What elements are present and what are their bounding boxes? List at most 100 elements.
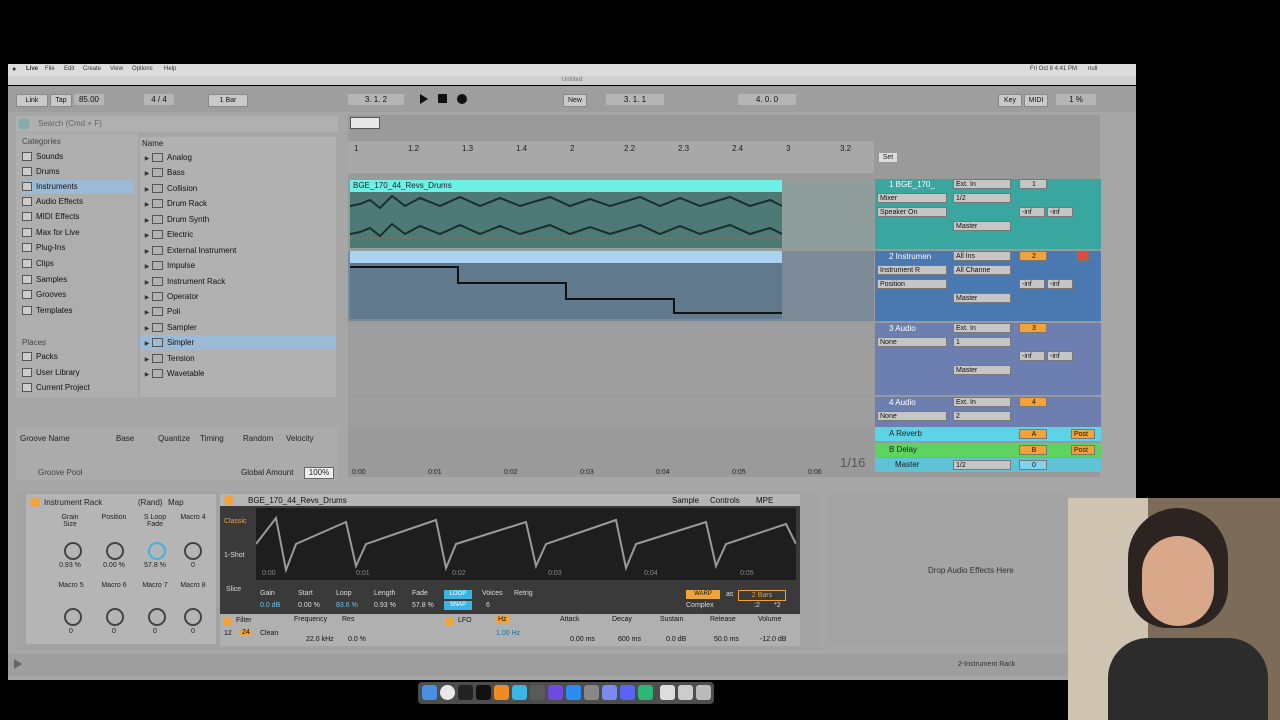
apple-icon[interactable]: ● bbox=[12, 66, 16, 73]
browser-item-selected[interactable]: ▶ Simpler bbox=[140, 335, 336, 350]
macro-knob[interactable] bbox=[64, 608, 82, 626]
beat-ruler[interactable]: 1 1.2 1.3 1.4 2 2.2 2.3 2.4 3 3.2 bbox=[348, 141, 874, 173]
record-icon[interactable] bbox=[457, 94, 467, 104]
loop-start-field[interactable]: 3. 1. 1 bbox=[606, 94, 664, 105]
track-lane-3[interactable] bbox=[348, 323, 874, 395]
place-current-project[interactable]: Current Project bbox=[22, 381, 134, 395]
menu-help[interactable]: Help bbox=[164, 66, 176, 72]
finder-icon[interactable] bbox=[422, 685, 437, 700]
link-button[interactable]: Link bbox=[16, 94, 48, 107]
track-header-2[interactable]: 2 Instrumen Instrument R Position All In… bbox=[875, 251, 1101, 321]
global-amount-field[interactable]: 100% bbox=[304, 467, 334, 479]
input-type-menu[interactable]: Ext. In bbox=[953, 179, 1011, 189]
chrome-icon[interactable] bbox=[440, 685, 455, 700]
length-value[interactable]: 0.93 % bbox=[374, 602, 396, 609]
app-icon[interactable] bbox=[584, 685, 599, 700]
track-header-1[interactable]: 1 BGE_170_ Mixer Speaker On Ext. In 1/2 … bbox=[875, 179, 1101, 249]
lfo-hz-toggle[interactable]: Hz bbox=[496, 616, 509, 623]
simpler-title[interactable]: BGE_170_44_Revs_Drums bbox=[248, 496, 347, 505]
track-lane-4[interactable] bbox=[348, 397, 874, 427]
browser-item[interactable]: ▶ Operator bbox=[140, 289, 336, 304]
monitor-menu[interactable]: Speaker On bbox=[877, 207, 947, 217]
attack-value[interactable]: 0.00 ms bbox=[570, 636, 595, 643]
output-menu[interactable]: Master bbox=[953, 221, 1011, 231]
category-instruments[interactable]: Instruments bbox=[22, 180, 134, 194]
pan-field[interactable]: -inf bbox=[1047, 351, 1073, 361]
output-menu[interactable]: Master bbox=[953, 365, 1011, 375]
groove-header-base[interactable]: Base bbox=[116, 434, 134, 443]
category-midi-effects[interactable]: MIDI Effects bbox=[22, 210, 134, 224]
discord-icon[interactable] bbox=[620, 685, 635, 700]
loop-value[interactable]: 83.6 % bbox=[336, 602, 358, 609]
input-channel-menu[interactable]: 2 bbox=[953, 411, 1011, 421]
document-icon[interactable] bbox=[678, 685, 693, 700]
menu-app[interactable]: Live bbox=[26, 66, 38, 72]
half-button[interactable]: :2 bbox=[754, 602, 760, 609]
browser-item[interactable]: ▶ Sampler bbox=[140, 320, 336, 335]
browser-item[interactable]: ▶ Tension bbox=[140, 351, 336, 366]
mpe-toggle[interactable]: MPE bbox=[756, 496, 773, 505]
mode-classic[interactable]: Classic bbox=[224, 518, 247, 525]
pan-field[interactable]: -inf bbox=[1047, 279, 1073, 289]
filter-slope-12[interactable]: 12 bbox=[224, 630, 232, 637]
name-column-header[interactable]: Name bbox=[142, 139, 163, 148]
voices-value[interactable]: 6 bbox=[486, 602, 490, 609]
master-track[interactable]: Master 1/2 0 bbox=[875, 458, 1101, 472]
zoom-icon[interactable] bbox=[566, 685, 581, 700]
input-type-menu[interactable]: Ext. In bbox=[953, 323, 1011, 333]
lfo-toggle[interactable] bbox=[446, 618, 454, 626]
simpler-power-icon[interactable] bbox=[224, 495, 234, 505]
master-cue[interactable]: 0 bbox=[1019, 460, 1047, 470]
audio-clip[interactable] bbox=[349, 192, 783, 248]
release-value[interactable]: 50.0 ms bbox=[714, 636, 739, 643]
track-name[interactable]: 2 Instrumen bbox=[889, 252, 931, 261]
status-play-icon[interactable] bbox=[14, 659, 22, 669]
start-value[interactable]: 0.00 % bbox=[298, 602, 320, 609]
rack-power-icon[interactable] bbox=[30, 497, 40, 507]
input-channel-menu[interactable]: All Channe bbox=[953, 265, 1011, 275]
tempo-field[interactable]: 85.00 bbox=[74, 94, 104, 105]
trash-icon[interactable] bbox=[696, 685, 711, 700]
sample-display[interactable]: 0:00 0:01 0:02 0:03 0:04 0:05 bbox=[255, 508, 797, 580]
track-name[interactable]: 4 Audio bbox=[889, 398, 916, 407]
macro-knob[interactable] bbox=[184, 542, 202, 560]
macro-knob[interactable] bbox=[106, 608, 124, 626]
master-output[interactable]: 1/2 bbox=[953, 460, 1011, 470]
category-plug-ins[interactable]: Plug-Ins bbox=[22, 241, 134, 255]
return-track-b[interactable]: B Delay B Post bbox=[875, 443, 1101, 457]
volume-field[interactable]: -inf bbox=[1019, 279, 1045, 289]
volume-field[interactable]: -inf bbox=[1019, 207, 1045, 217]
track-lane-2[interactable] bbox=[348, 251, 874, 321]
new-button[interactable]: New bbox=[563, 94, 587, 107]
track-activator[interactable]: 2 bbox=[1019, 251, 1047, 261]
app-icon[interactable] bbox=[494, 685, 509, 700]
document-icon[interactable] bbox=[660, 685, 675, 700]
groove-header-name[interactable]: Groove Name bbox=[20, 434, 70, 443]
loop-toggle[interactable]: LOOP bbox=[444, 590, 472, 599]
track-mode-menu[interactable]: Mixer bbox=[877, 193, 947, 203]
arrangement-position[interactable]: 3. 1. 2 bbox=[348, 94, 404, 105]
retrig-label[interactable]: Retrig bbox=[514, 590, 533, 597]
warp-mode[interactable]: Complex bbox=[686, 602, 714, 609]
category-templates[interactable]: Templates bbox=[22, 304, 134, 318]
return-name[interactable]: B Delay bbox=[889, 445, 917, 454]
grid-zoom[interactable]: 1/16 bbox=[840, 455, 865, 470]
lfo-rate[interactable]: 1.00 Hz bbox=[496, 630, 520, 637]
post-button[interactable]: Post bbox=[1071, 445, 1095, 455]
browser-search-input[interactable]: Search (Cmd + F) bbox=[38, 119, 102, 128]
set-button[interactable]: Set bbox=[879, 153, 897, 162]
live-icon[interactable] bbox=[476, 685, 491, 700]
track-mode-menu[interactable]: Instrument R bbox=[877, 265, 947, 275]
track-name[interactable]: 3 Audio bbox=[889, 324, 916, 333]
app-icon[interactable] bbox=[530, 685, 545, 700]
groove-header-random[interactable]: Random bbox=[243, 434, 273, 443]
master-name[interactable]: Master bbox=[895, 460, 919, 469]
category-audio-effects[interactable]: Audio Effects bbox=[22, 195, 134, 209]
category-sounds[interactable]: Sounds bbox=[22, 150, 134, 164]
place-user-library[interactable]: User Library bbox=[22, 366, 134, 380]
audio-effects-drop-zone[interactable]: Drop Audio Effects Here bbox=[826, 494, 1070, 646]
track-lane-1[interactable]: BGE_170_44_Revs_Drums bbox=[348, 179, 874, 249]
browser-item[interactable]: ▶ Poli bbox=[140, 304, 336, 319]
groove-header-quantize[interactable]: Quantize bbox=[158, 434, 190, 443]
browser-item[interactable]: ▶ Bass bbox=[140, 165, 336, 180]
